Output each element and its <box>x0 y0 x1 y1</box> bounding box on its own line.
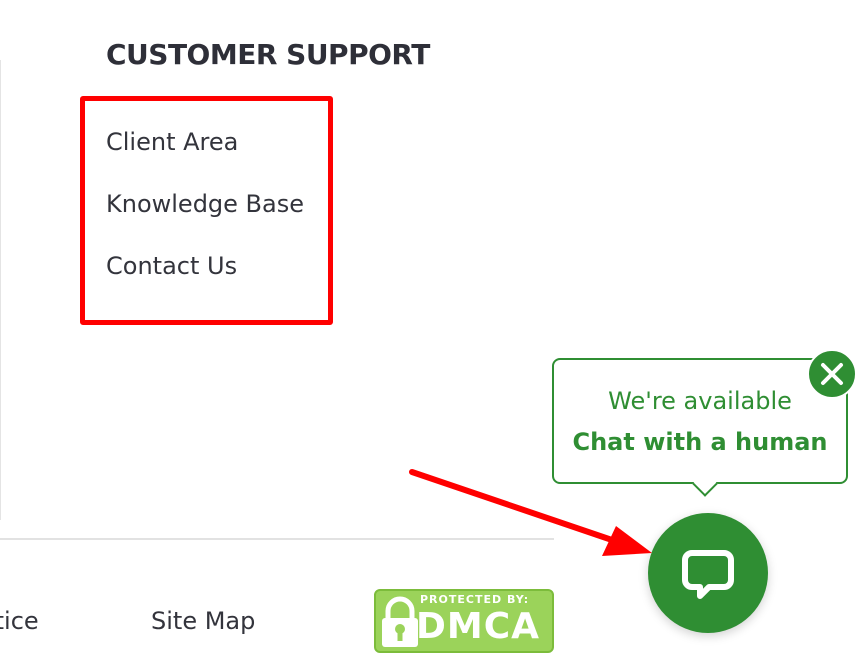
chat-close-button[interactable] <box>807 349 857 399</box>
support-link-item: Contact Us <box>106 248 304 310</box>
support-link-item: Client Area <box>106 124 304 186</box>
contact-us-link[interactable]: Contact Us <box>106 248 237 284</box>
customer-support-heading: CUSTOMER SUPPORT <box>106 38 430 71</box>
footer-divider <box>0 538 554 540</box>
knowledge-base-link[interactable]: Knowledge Base <box>106 186 304 222</box>
footer-sitemap-link[interactable]: Site Map <box>151 604 255 638</box>
chat-launcher-button[interactable] <box>648 513 768 633</box>
chat-cta-text: Chat with a human <box>572 428 828 456</box>
bubble-pointer <box>692 471 718 497</box>
chat-invitation-bubble[interactable]: We're available Chat with a human <box>552 358 848 497</box>
customer-support-links: Client Area Knowledge Base Contact Us <box>106 124 304 310</box>
support-link-item: Knowledge Base <box>106 186 304 248</box>
client-area-link[interactable]: Client Area <box>106 124 238 160</box>
close-icon <box>821 363 843 385</box>
left-divider <box>0 60 1 520</box>
footer-notice-link[interactable]: Notice <box>0 604 39 638</box>
chat-availability-text: We're available <box>608 387 792 415</box>
chat-bubble-icon <box>682 550 734 599</box>
dmca-protected-badge[interactable]: PROTECTED BY: DMCA <box>374 589 554 653</box>
dmca-logo-text: DMCA <box>416 606 540 647</box>
